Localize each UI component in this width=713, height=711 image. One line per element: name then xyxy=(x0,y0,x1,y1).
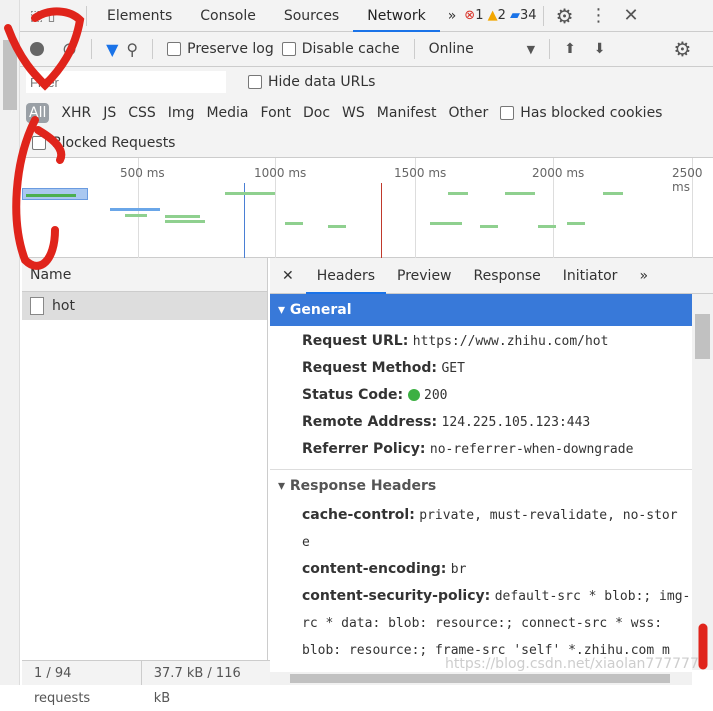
annotation-circle-toolbar xyxy=(4,7,85,91)
annotation-circle-overview xyxy=(12,116,66,270)
red-annotation-marks xyxy=(4,7,708,670)
